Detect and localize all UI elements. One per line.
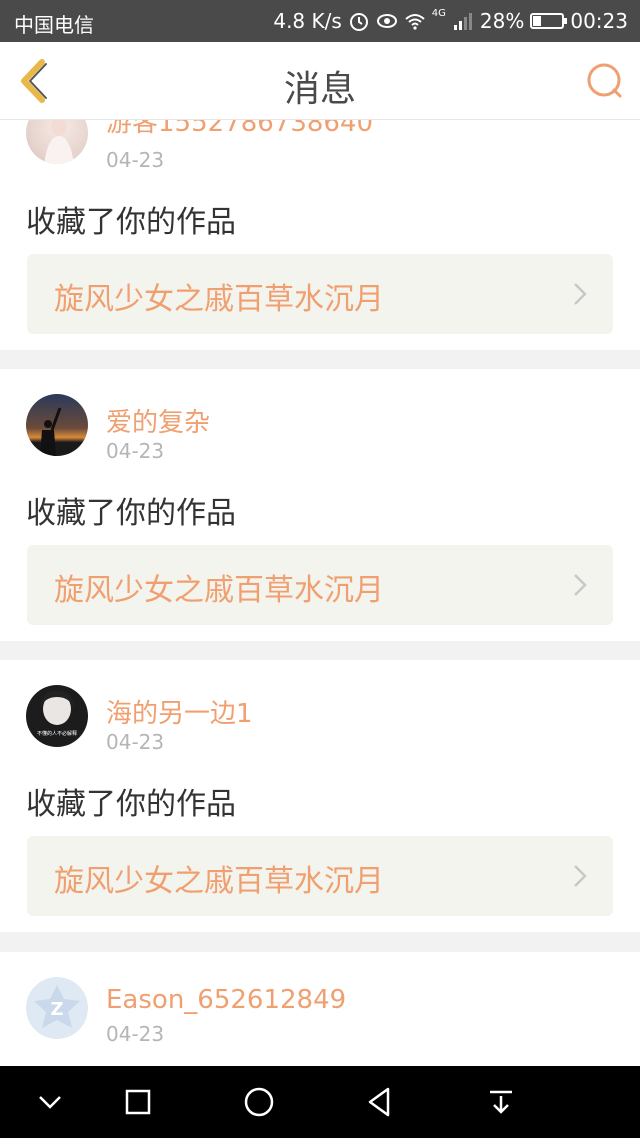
- status-bar: 中国电信 4.8 K/s 4G 28% 00:23: [0, 0, 640, 42]
- username[interactable]: 爱的复杂: [106, 402, 210, 439]
- avatar[interactable]: 不懂的人不必解释: [26, 685, 88, 747]
- avatar[interactable]: Z: [26, 977, 88, 1039]
- username[interactable]: 游客15527867386​40: [106, 120, 373, 139]
- search-icon[interactable]: [584, 60, 626, 102]
- battery-percent: 28%: [479, 9, 525, 33]
- message-date: 04-23: [106, 148, 165, 172]
- svg-text:Z: Z: [50, 999, 63, 1020]
- work-title: 旋风少女之戚百草水沉月: [54, 282, 384, 317]
- avatar-image: [44, 120, 74, 164]
- message-card: Z Eason_652612849 04-23: [0, 952, 640, 1066]
- system-nav-bar: [0, 1066, 640, 1138]
- home-button[interactable]: [241, 1084, 277, 1120]
- carrier-name: 中国电信: [14, 13, 94, 37]
- work-link[interactable]: 旋风少女之戚百草水沉月: [27, 836, 613, 916]
- download-icon[interactable]: [483, 1084, 519, 1120]
- action-text: 收藏了你的作品: [26, 787, 236, 822]
- avatar-image: 不懂的人不必解释: [34, 690, 80, 737]
- message-date: 04-23: [106, 1022, 165, 1046]
- app-header: 消息: [0, 42, 640, 120]
- avatar[interactable]: [26, 120, 88, 164]
- message-card: 不懂的人不必解释 海的另一边1 04-23 收藏了你的作品 旋风少女之戚百草水沉…: [0, 660, 640, 932]
- clock: 00:23: [570, 9, 628, 33]
- avatar[interactable]: [26, 394, 88, 456]
- network-type: 4G: [431, 7, 446, 19]
- action-text: 收藏了你的作品: [26, 496, 236, 531]
- avatar-image: [40, 407, 62, 456]
- chevron-right-icon: [574, 865, 587, 887]
- chevron-right-icon: [574, 574, 587, 596]
- username[interactable]: 海的另一边1: [106, 693, 253, 730]
- work-title: 旋风少女之戚百草水沉月: [54, 864, 384, 899]
- message-card: 爱的复杂 04-23 收藏了你的作品 旋风少女之戚百草水沉月: [0, 369, 640, 641]
- network-speed: 4.8 K/s: [273, 9, 342, 33]
- alarm-icon: [349, 13, 368, 31]
- message-date: 04-23: [106, 730, 165, 754]
- status-indicators: 4.8 K/s 4G 28% 00:23: [273, 7, 628, 34]
- message-list[interactable]: 游客15527867386​40 04-23 收藏了你的作品 旋风少女之戚百草水…: [0, 120, 640, 1066]
- chevron-right-icon: [574, 283, 587, 305]
- back-nav-button[interactable]: [362, 1084, 398, 1120]
- message-date: 04-23: [106, 439, 165, 463]
- username[interactable]: Eason_652612849: [106, 985, 346, 1015]
- signal-icon: [453, 13, 472, 30]
- work-title: 旋风少女之戚百草水沉月: [54, 573, 384, 608]
- eye-icon: [376, 14, 397, 28]
- page-title: 消息: [283, 69, 356, 110]
- recent-apps-button[interactable]: [120, 1084, 156, 1120]
- work-link[interactable]: 旋风少女之戚百草水沉月: [27, 545, 613, 625]
- action-text: 收藏了你的作品: [26, 205, 236, 240]
- chevron-down-icon[interactable]: [32, 1084, 68, 1120]
- message-card: 游客15527867386​40 04-23 收藏了你的作品 旋风少女之戚百草水…: [0, 120, 640, 350]
- battery-icon: [530, 13, 568, 29]
- wifi-icon: [405, 14, 425, 30]
- work-link[interactable]: 旋风少女之戚百草水沉月: [27, 254, 613, 334]
- default-avatar-icon: Z: [34, 985, 80, 1028]
- avatar-caption: 不懂的人不必解释: [37, 730, 77, 737]
